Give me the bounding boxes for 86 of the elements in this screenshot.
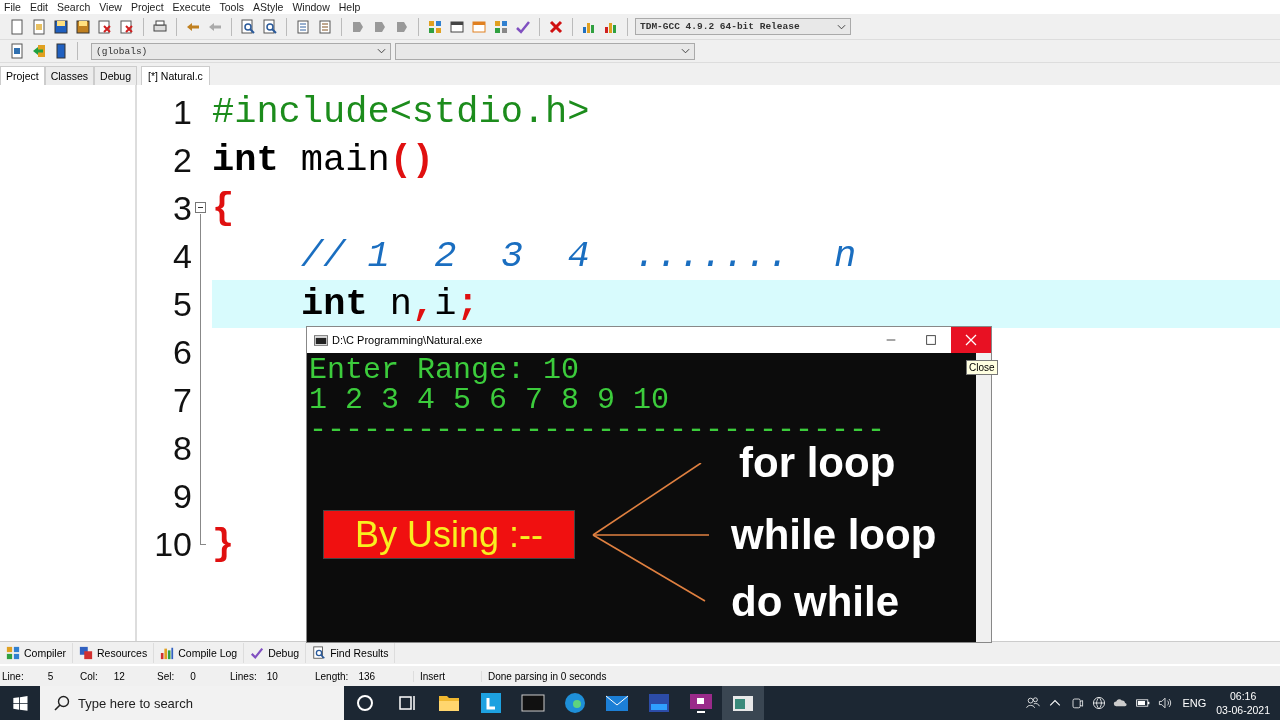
status-value: 5 [47,670,54,682]
console-line: 1 2 3 4 5 6 7 8 9 10 [308,385,670,415]
code-line: #include<stdio.h> [212,91,590,133]
status-value: 136 [358,670,376,682]
compiler-dropdown[interactable]: TDM-GCC 4.9.2 64-bit Release [635,18,851,35]
line-number: 3 [172,188,192,228]
console-app-icon[interactable] [722,686,764,720]
globe-icon[interactable] [1091,695,1108,711]
panel-tab[interactable]: Project [0,66,45,85]
line-number: 8 [172,428,192,468]
check-icon [250,646,265,660]
scope-dropdown[interactable]: (globals) [91,42,391,60]
replace-icon[interactable] [261,17,279,36]
volume-icon[interactable] [1157,695,1174,711]
new-file-icon[interactable] [8,17,26,36]
caret-icon [837,23,846,30]
status-value: 0 [190,670,196,682]
console-icon [314,334,328,346]
file-tab[interactable]: [*] Natural.c [141,66,210,85]
unindent-icon[interactable] [316,17,334,36]
status-label: Line: [2,670,24,682]
tooltip: Close [966,360,998,375]
resources-icon [79,646,93,660]
status-value: Done parsing in 0 seconds [488,670,607,682]
indent-icon[interactable] [294,17,312,36]
clock-time[interactable]: 06:16 [1230,689,1257,703]
menu-item[interactable]: AStyle [253,1,284,13]
console-line: Enter Range: 10 [308,355,580,385]
panel-tab[interactable]: Compiler [0,643,73,663]
annotation-text: do while [731,578,899,626]
camera-icon[interactable] [1069,695,1086,711]
clock-date[interactable]: 03-06-2021 [1216,703,1270,717]
line-number: 7 [172,380,192,420]
status-value: Insert [420,670,445,682]
menu-item[interactable]: Help [338,1,361,13]
fold-icon[interactable] [195,202,206,213]
menu-item[interactable]: Project [130,1,164,13]
menu-item[interactable]: File [4,1,21,13]
panel-tab[interactable]: Resources [73,643,155,663]
menu-item[interactable]: View [99,1,122,13]
close-all-icon[interactable] [118,17,136,36]
panel-tab[interactable]: Compile Log [154,643,245,663]
line-number: 2 [172,140,192,180]
status-value: 12 [113,670,125,682]
menu-item[interactable]: Search [57,1,91,13]
annotation-text: while loop [731,511,937,559]
panel-tab[interactable]: Debug [94,66,137,85]
status-label: Length: [315,670,349,682]
code-line: int n,i; [300,283,479,325]
insert-icon[interactable] [8,42,26,60]
caret-icon [681,48,690,54]
line-number: 6 [172,332,192,372]
line-number: 4 [172,236,192,276]
close-file-icon[interactable] [96,17,114,36]
status-label: Sel: [157,670,175,682]
annotation-label: By Using :-- [323,510,575,559]
status-label: Col: [80,670,98,682]
menu-item[interactable]: Execute [172,1,211,13]
line-number: 9 [172,476,192,516]
panel-tab[interactable]: Classes [44,66,95,85]
menu-item[interactable]: Window [292,1,330,13]
line-number: 5 [172,284,192,324]
language-indicator[interactable]: ENG [1182,697,1207,709]
save-all-icon[interactable] [74,17,92,36]
code-line: // 1 2 3 4 ....... n [300,235,857,277]
bar-chart-icon [160,646,175,660]
panel-tab[interactable]: Debug [244,643,307,663]
line-number: 1 [172,92,192,132]
code-line: { [212,187,235,229]
code-line: } [212,523,235,565]
panel-tab[interactable]: Find Results [306,643,396,663]
window-title: D:\C Programming\Natural.exe [332,334,484,346]
line-number: 10 [153,524,192,564]
caret-icon [377,48,386,54]
status-value: 10 [266,670,278,682]
search-icon [54,695,70,711]
find-icon[interactable] [239,17,257,36]
find-icon [312,646,327,660]
code-line: int main() [212,139,435,181]
people-icon[interactable] [1025,695,1042,711]
compiler-icon [6,646,20,660]
search-field[interactable]: Type here to search [40,686,344,720]
menu-item[interactable]: Edit [29,1,48,13]
save-icon[interactable] [52,17,70,36]
status-label: Lines: [230,670,257,682]
menu-item[interactable]: Tools [219,1,245,13]
